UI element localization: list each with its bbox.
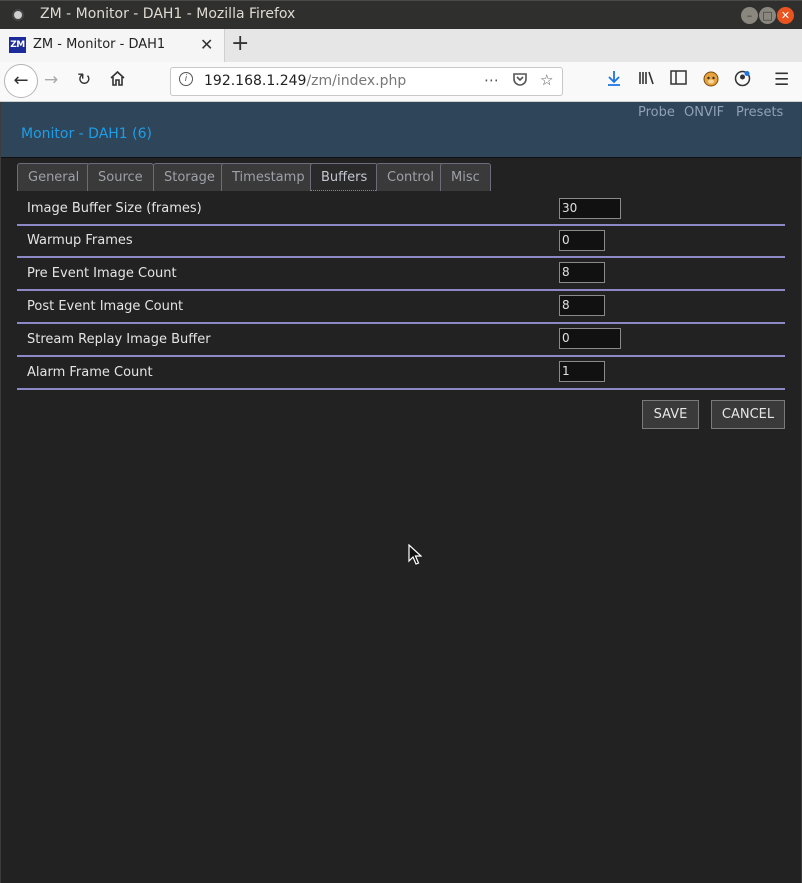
account-icon[interactable] xyxy=(734,70,751,92)
page-title: Monitor - DAH1 (6) xyxy=(21,126,152,142)
library-shelves-icon xyxy=(639,71,654,85)
tab-general[interactable]: General xyxy=(17,163,91,191)
cancel-button[interactable]: CANCEL xyxy=(711,400,785,429)
tab-misc[interactable]: Misc xyxy=(440,163,491,191)
probe-link[interactable]: Probe xyxy=(638,105,675,120)
page-content: Monitor - DAH1 (6) Probe ONVIF Presets G… xyxy=(0,102,802,883)
zm-favicon-icon: ZM xyxy=(9,37,26,53)
site-info-icon[interactable]: i xyxy=(179,72,193,86)
stream-replay-image-buffer-input[interactable]: 0 xyxy=(559,328,621,349)
field-label: Pre Event Image Count xyxy=(27,266,177,281)
post-event-image-count-input[interactable]: 8 xyxy=(559,295,605,316)
sidebar-icon[interactable] xyxy=(670,70,687,90)
library-icon[interactable] xyxy=(638,70,656,91)
window-title: ZM - Monitor - DAH1 - Mozilla Firefox xyxy=(40,6,296,22)
monkey-face-icon xyxy=(703,71,719,87)
sidebar-panel-icon xyxy=(670,70,687,85)
navigation-toolbar: ← → ↻ i 192.168.1.249/zm/index.php ⋯ ☆ ☰ xyxy=(0,62,802,102)
tab-buffers[interactable]: Buffers xyxy=(310,163,379,191)
download-arrow-icon xyxy=(608,71,620,86)
home-button[interactable] xyxy=(109,70,126,92)
mouse-cursor-icon xyxy=(408,544,422,565)
field-label: Warmup Frames xyxy=(27,233,133,248)
extension-monkey-icon[interactable] xyxy=(702,70,720,92)
tab-timestamp[interactable]: Timestamp xyxy=(221,163,316,191)
field-label: Post Event Image Count xyxy=(27,299,184,314)
maximize-button[interactable]: □ xyxy=(759,7,776,24)
pocket-shape-icon xyxy=(513,73,527,86)
url-path: /zm/index.php xyxy=(306,73,407,89)
back-button[interactable]: ← xyxy=(4,64,38,98)
page-actions-icon[interactable]: ⋯ xyxy=(484,71,499,89)
field-row: Pre Event Image Count 8 xyxy=(17,258,785,291)
close-tab-icon[interactable]: ✕ xyxy=(200,35,213,54)
field-row: Post Event Image Count 8 xyxy=(17,291,785,324)
browser-tab-title: ZM - Monitor - DAH1 xyxy=(33,37,166,52)
new-tab-button[interactable]: + xyxy=(231,31,249,56)
bookmark-star-icon[interactable]: ☆ xyxy=(540,71,553,89)
image-buffer-size-input[interactable]: 30 xyxy=(559,198,621,219)
field-row: Alarm Frame Count 1 xyxy=(17,357,785,390)
close-window-button[interactable]: ✕ xyxy=(777,7,794,24)
browser-tab-strip: ZM ZM - Monitor - DAH1 ✕ + xyxy=(0,29,802,62)
url-host: 192.168.1.249 xyxy=(204,73,307,89)
pocket-icon[interactable] xyxy=(512,71,528,91)
forward-button[interactable]: → xyxy=(44,70,58,90)
alarm-frame-count-input[interactable]: 1 xyxy=(559,361,605,382)
field-row: Warmup Frames 0 xyxy=(17,226,785,258)
field-row: Stream Replay Image Buffer 0 xyxy=(17,324,785,357)
window-titlebar: ZM - Monitor - DAH1 - Mozilla Firefox – … xyxy=(0,0,802,29)
field-row: Image Buffer Size (frames) 30 xyxy=(17,191,785,226)
app-menu-icon[interactable] xyxy=(14,11,22,19)
reload-button[interactable]: ↻ xyxy=(77,70,91,90)
tab-control[interactable]: Control xyxy=(376,163,445,191)
url-text[interactable]: 192.168.1.249/zm/index.php xyxy=(204,73,406,89)
account-circle-icon xyxy=(734,70,751,87)
hamburger-menu-icon[interactable]: ☰ xyxy=(774,70,789,90)
url-bar[interactable]: i 192.168.1.249/zm/index.php ⋯ ☆ xyxy=(170,67,563,96)
warmup-frames-input[interactable]: 0 xyxy=(559,230,605,251)
minimize-button[interactable]: – xyxy=(741,7,758,24)
pre-event-image-count-input[interactable]: 8 xyxy=(559,262,605,283)
onvif-link[interactable]: ONVIF xyxy=(684,105,724,120)
presets-link[interactable]: Presets xyxy=(736,105,783,120)
downloads-icon[interactable] xyxy=(606,70,622,92)
field-label: Image Buffer Size (frames) xyxy=(27,201,202,216)
field-label: Alarm Frame Count xyxy=(27,365,153,380)
field-label: Stream Replay Image Buffer xyxy=(27,332,211,347)
save-button[interactable]: SAVE xyxy=(642,400,699,429)
page-header: Monitor - DAH1 (6) Probe ONVIF Presets xyxy=(1,102,801,158)
home-icon xyxy=(110,70,125,86)
tab-source[interactable]: Source xyxy=(87,163,154,191)
browser-tab[interactable]: ZM ZM - Monitor - DAH1 ✕ xyxy=(0,29,225,62)
tab-storage[interactable]: Storage xyxy=(153,163,226,191)
